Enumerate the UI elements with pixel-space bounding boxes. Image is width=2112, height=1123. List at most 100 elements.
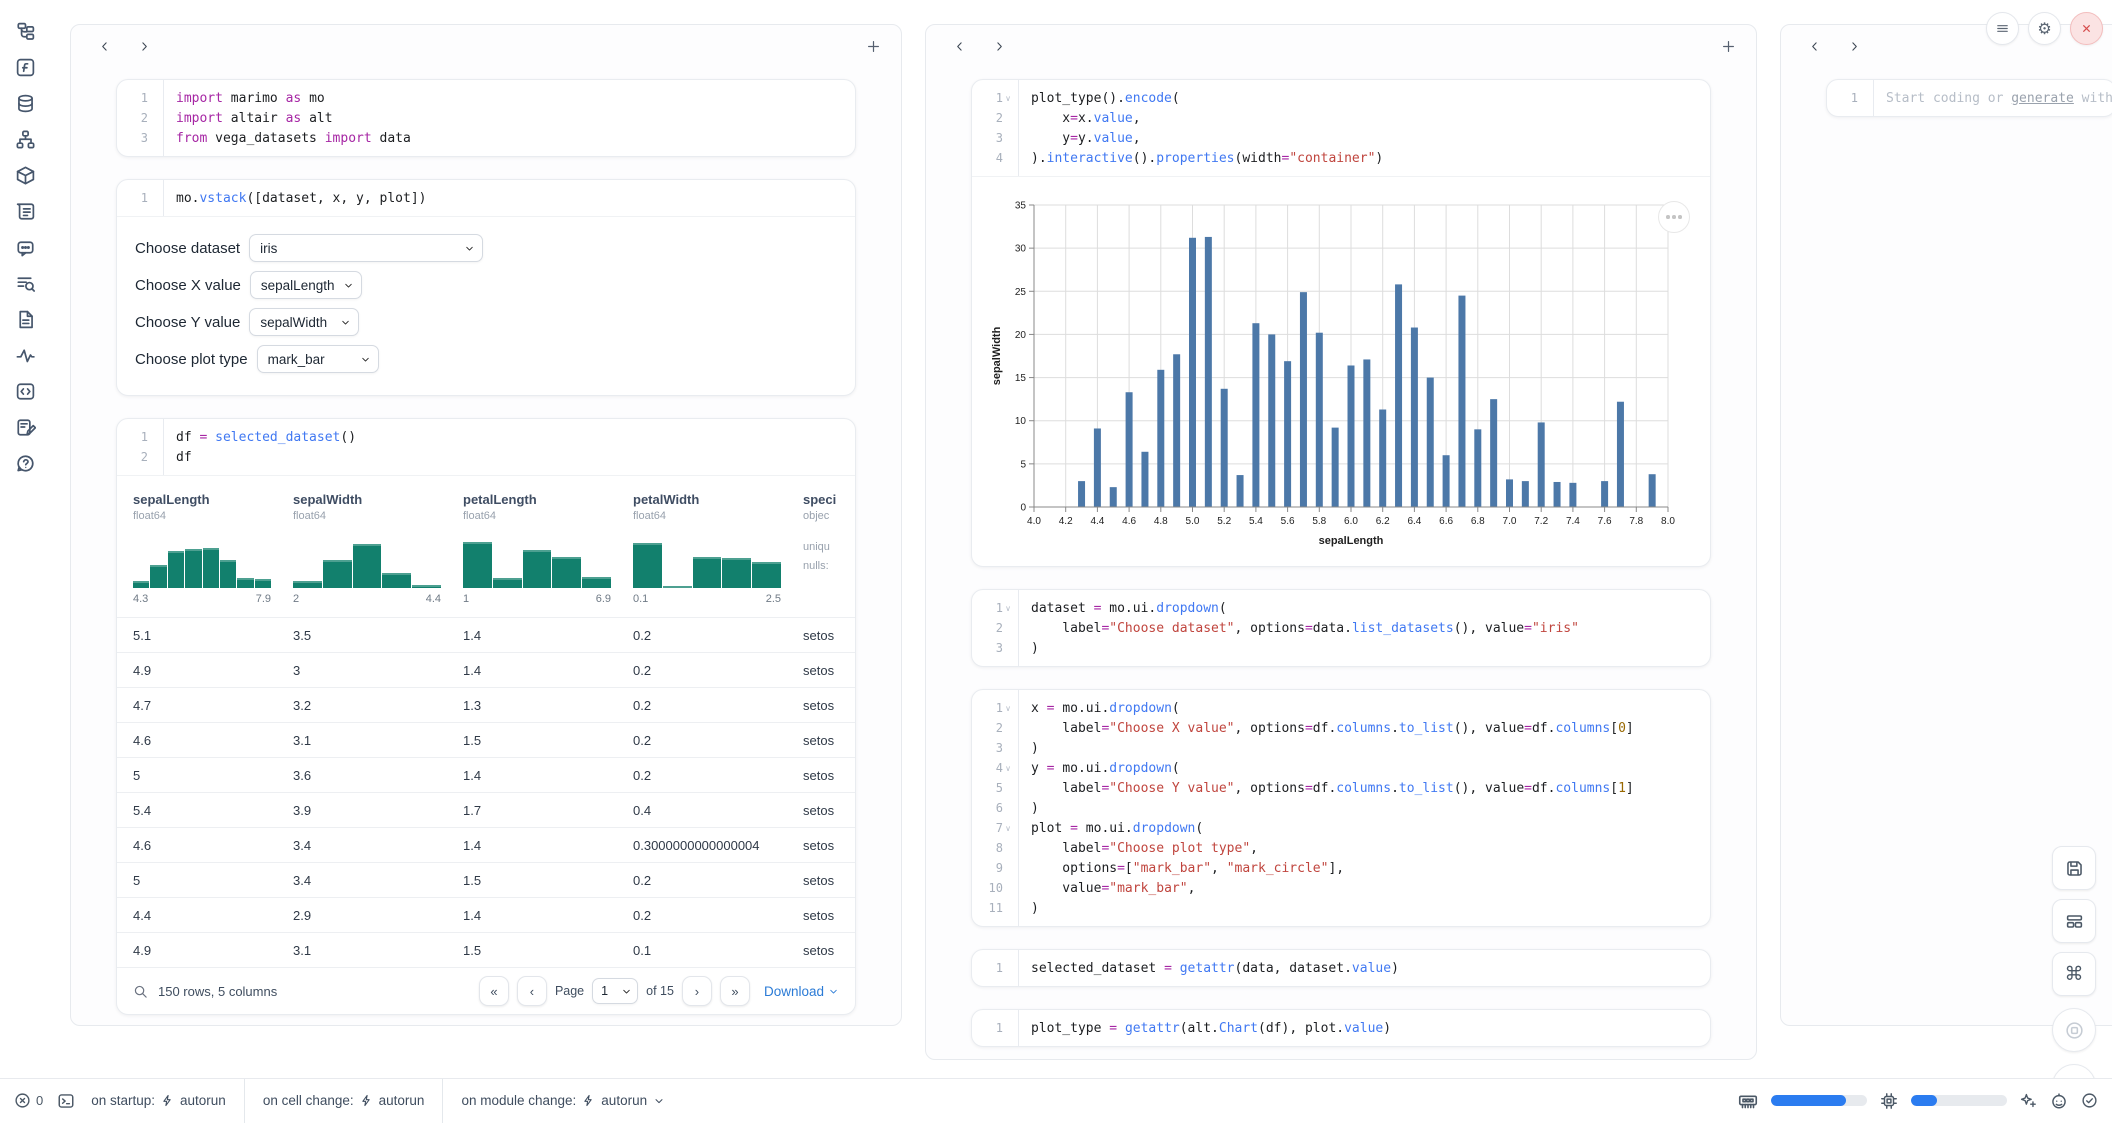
stop-button[interactable] [2052,1008,2096,1052]
code-editor[interactable]: 1∨dataset = mo.ui.dropdown(2 label="Choo… [972,590,1710,666]
sidebar-item-outline[interactable] [14,200,36,222]
code-editor[interactable]: 1plot_type = getattr(alt.Chart(df), plot… [972,1010,1710,1046]
sidebar-item-snippets[interactable] [14,380,36,402]
fold-caret-icon[interactable]: ∨ [1003,704,1013,713]
table-row[interactable]: 4.93.11.50.1setos [117,932,855,967]
terminal-button[interactable] [57,1092,75,1110]
table-row[interactable]: 4.63.11.50.2setos [117,722,855,757]
settings-button[interactable]: ⚙ [2028,12,2061,45]
column-next-button[interactable] [1841,33,1867,59]
table-row[interactable]: 4.42.91.40.2setos [117,897,855,932]
runtime-config-2[interactable]: on module change:autorun [461,1093,665,1108]
table-row[interactable]: 4.63.41.40.3000000000000004setos [117,827,855,862]
code-token: ] [1626,721,1634,736]
sidebar-item-scratchpad[interactable] [14,416,36,438]
add-cell-button[interactable] [1721,39,1736,54]
table-row[interactable]: 5.13.51.40.2setos [117,617,855,652]
table-cell: 5 [133,873,293,888]
fold-caret-icon[interactable]: ∨ [1003,604,1013,613]
notebook-menu-button[interactable] [1986,12,2019,45]
sidebar-item-logs[interactable] [14,272,36,294]
code-editor[interactable]: 1Start coding or generate with [1827,80,2112,116]
line-gutter: 11 [972,901,1018,915]
column-type: float64 [633,510,803,522]
sidebar-item-tracing[interactable] [14,344,36,366]
add-cell-button[interactable] [866,39,881,54]
shutdown-button[interactable] [2070,12,2103,45]
notebook-column-1: 1import marimo as mo2import altair as al… [70,24,902,1026]
fold-caret-icon[interactable]: ∨ [1003,764,1013,773]
cell-output: Choose datasetirisChoose X valuesepalLen… [117,216,855,395]
copilot-button[interactable] [2050,1092,2068,1110]
connection-status-button[interactable] [2081,1092,2098,1109]
sidebar-item-marimo-file[interactable] [14,56,36,78]
log-search-icon [15,273,36,294]
notebook-column-2: 1∨plot_type().encode(2 x=x.value,3 y=y.v… [925,24,1757,1060]
code-editor[interactable]: 1df = selected_dataset()2df [117,419,855,475]
last-page-button[interactable]: » [720,976,750,1006]
dropdown-choose-plot-type[interactable]: mark_bar [257,345,379,373]
keyboard-shortcuts-button[interactable]: ⌘ [2052,952,2096,996]
page-select[interactable]: 1 [592,978,638,1004]
runtime-config-0[interactable]: on startup:autorun [91,1093,226,1108]
sidebar-item-packages[interactable] [14,164,36,186]
cpu-icon [1880,1092,1898,1110]
runtime-config-1[interactable]: on cell change:autorun [263,1093,425,1108]
code-token: (), value [1454,721,1524,736]
table-header-row: sepalLengthfloat644.37.9sepalWidthfloat6… [117,476,855,617]
column-prev-button[interactable] [946,33,972,59]
prev-page-button[interactable]: ‹ [517,976,547,1006]
code-editor[interactable]: 1mo.vstack([dataset, x, y, plot]) [117,180,855,216]
app-layout-button[interactable] [2052,899,2096,943]
altair-bar-chart[interactable]: 4.04.24.44.64.85.05.25.45.65.86.06.26.46… [988,191,1688,551]
line-gutter: 1 [1827,91,1873,105]
status-bar: 0 on startup:autorun on cell change:autoru… [0,1078,2112,1122]
histogram-bars [133,538,271,588]
code-editor[interactable]: 1import marimo as mo2import altair as al… [117,80,855,156]
sidebar-item-file-explorer[interactable] [14,20,36,42]
table-row[interactable]: 4.73.21.30.2setos [117,687,855,722]
code-token: df. [1313,781,1336,796]
fold-caret-icon[interactable]: ∨ [1003,824,1013,833]
table-row[interactable]: 5.43.91.70.4setos [117,792,855,827]
sidebar [0,0,50,1098]
table-column-header[interactable]: speciobjecuniqunulls: [803,492,856,617]
line-gutter: 1 [117,191,163,205]
table-row[interactable]: 53.41.50.2setos [117,862,855,897]
table-column-header[interactable]: sepalLengthfloat644.37.9 [133,492,293,617]
column-next-button[interactable] [131,33,157,59]
column-prev-button[interactable] [1801,33,1827,59]
cell-output: sepalLengthfloat644.37.9sepalWidthfloat6… [117,475,855,1014]
first-page-button[interactable]: « [479,976,509,1006]
dropdown-choose-x-value[interactable]: sepalLength [250,271,362,299]
ai-assist-button[interactable] [2020,1092,2037,1109]
download-button[interactable]: Download [764,984,839,999]
error-panel-button[interactable]: 0 [14,1092,43,1109]
code-token: "Choose X value" [1109,721,1234,736]
code-editor[interactable]: 1∨x = mo.ui.dropdown(2 label="Choose X v… [972,690,1710,926]
sidebar-item-datasources[interactable] [14,92,36,114]
code-editor[interactable]: 1selected_dataset = getattr(data, datase… [972,950,1710,986]
generate-with-ai-link[interactable]: generate [2011,91,2074,106]
sidebar-item-ai-chat[interactable] [14,236,36,258]
fold-caret-icon[interactable]: ∨ [1003,94,1013,103]
column-prev-button[interactable] [91,33,117,59]
histogram-bar [663,586,692,588]
next-page-button[interactable]: › [682,976,712,1006]
table-row[interactable]: 4.931.40.2setos [117,652,855,687]
table-column-header[interactable]: petalWidthfloat640.12.5 [633,492,803,617]
sidebar-item-help[interactable] [14,452,36,474]
sidebar-item-dependency-graph[interactable] [14,128,36,150]
sidebar-item-documentation[interactable] [14,308,36,330]
code-editor[interactable]: 1∨plot_type().encode(2 x=x.value,3 y=y.v… [972,80,1710,176]
table-row[interactable]: 53.61.40.2setos [117,757,855,792]
notebook-cell: 1mo.vstack([dataset, x, y, plot])Choose … [116,179,856,396]
table-column-header[interactable]: sepalWidthfloat6424.4 [293,492,463,617]
column-next-button[interactable] [986,33,1012,59]
dropdown-choose-dataset[interactable]: iris [249,234,483,262]
chart-actions-button[interactable] [1658,201,1690,233]
save-button[interactable] [2052,846,2096,890]
line-gutter: 1∨ [972,601,1018,615]
dropdown-choose-y-value[interactable]: sepalWidth [249,308,359,336]
table-column-header[interactable]: petalLengthfloat6416.9 [463,492,633,617]
